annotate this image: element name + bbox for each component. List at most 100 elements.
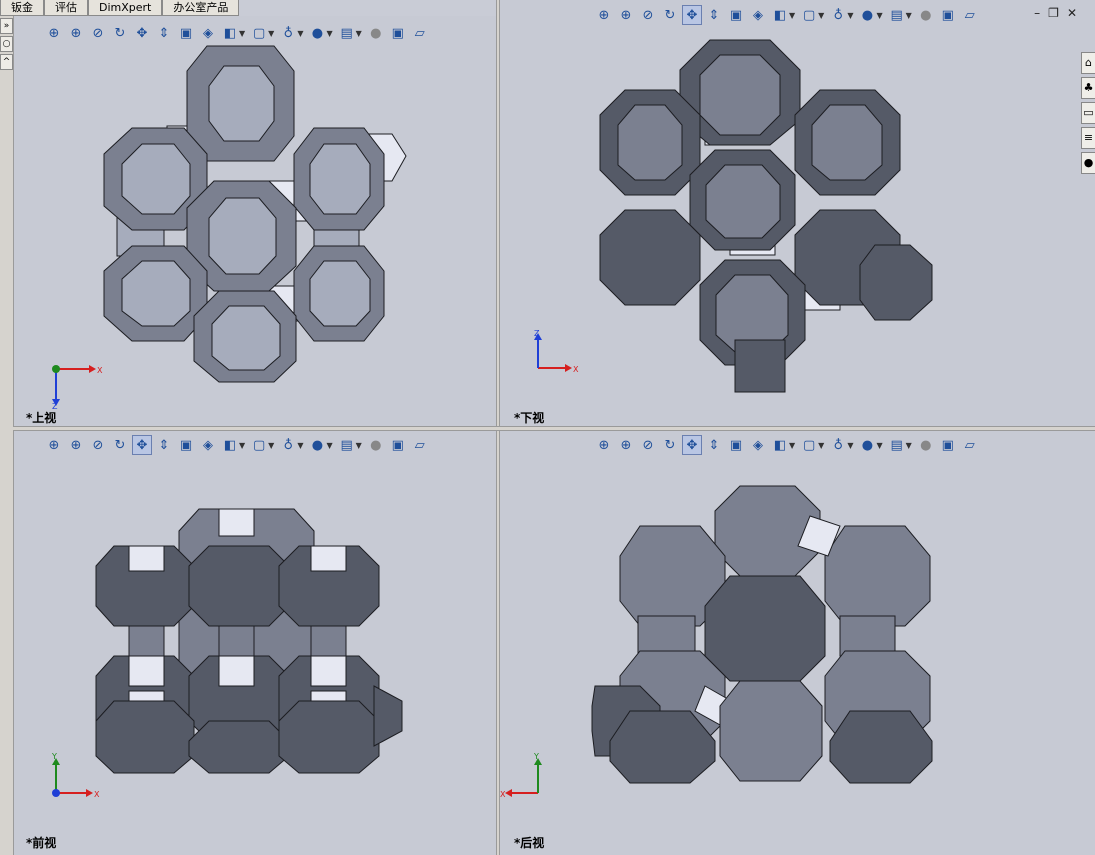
section-view-icon[interactable]: ◧: [770, 5, 790, 25]
pan-icon[interactable]: ✥: [132, 23, 152, 43]
hide-show-icon[interactable]: ♁: [278, 435, 298, 455]
viewport-splitter-horizontal[interactable]: [13, 426, 1095, 431]
display-style-icon[interactable]: ▢: [249, 435, 269, 455]
realview-icon[interactable]: ●: [366, 435, 386, 455]
zoom-in-out-icon[interactable]: ⊘: [638, 5, 658, 25]
section-view-icon[interactable]: ◧: [220, 23, 240, 43]
zoom-in-out-icon[interactable]: ⊘: [638, 435, 658, 455]
shadows-icon[interactable]: ▣: [388, 435, 408, 455]
viewport-front-view[interactable]: ⊕ ⊕ ⊘ ↻ ✥ ⇕ ▣ ◈ ◧ ▼ ▢ ▼ ♁ ▼ ● ▼ ▤ ▼ ● ▣ ▱ X Y…: [14, 431, 496, 855]
pan-icon[interactable]: ✥: [132, 435, 152, 455]
shadows-icon[interactable]: ▣: [938, 5, 958, 25]
zoom-to-fit-icon[interactable]: ⊕: [594, 435, 614, 455]
chevron-down-icon[interactable]: ▼: [789, 441, 795, 450]
chevron-down-icon[interactable]: ▼: [239, 29, 245, 38]
chevron-down-icon[interactable]: ▼: [297, 441, 303, 450]
display-style-icon[interactable]: ▢: [249, 23, 269, 43]
apply-scene-icon[interactable]: ▤: [337, 23, 357, 43]
chevron-down-icon[interactable]: ▼: [297, 29, 303, 38]
perspective-icon[interactable]: ▱: [410, 23, 430, 43]
appearances-icon[interactable]: ●: [1081, 152, 1095, 174]
panel-up-icon[interactable]: ^: [0, 54, 13, 70]
restore-button[interactable]: ❐: [1048, 6, 1059, 20]
zoom-to-fit-icon[interactable]: ⊕: [44, 23, 64, 43]
perspective-icon[interactable]: ▱: [410, 435, 430, 455]
chevron-down-icon[interactable]: ▼: [906, 441, 912, 450]
realview-icon[interactable]: ●: [366, 23, 386, 43]
previous-view-icon[interactable]: ▣: [726, 5, 746, 25]
view-orientation-icon[interactable]: ◈: [748, 5, 768, 25]
chevron-down-icon[interactable]: ▼: [876, 11, 882, 20]
rotate-icon[interactable]: ↻: [660, 435, 680, 455]
zoom-to-fit-icon[interactable]: ⊕: [594, 5, 614, 25]
hide-show-icon[interactable]: ♁: [828, 5, 848, 25]
design-library-icon[interactable]: ♣: [1081, 77, 1095, 99]
apply-scene-icon[interactable]: ▤: [887, 435, 907, 455]
chevron-down-icon[interactable]: ▼: [356, 29, 362, 38]
roll-icon[interactable]: ⇕: [704, 435, 724, 455]
viewport-bottom-view[interactable]: ⊕ ⊕ ⊘ ↻ ✥ ⇕ ▣ ◈ ◧ ▼ ▢ ▼ ♁ ▼ ● ▼ ▤ ▼ ● ▣ ▱ – ❐…: [500, 0, 1095, 426]
rotate-icon[interactable]: ↻: [110, 23, 130, 43]
section-view-icon[interactable]: ◧: [220, 435, 240, 455]
chevron-down-icon[interactable]: ▼: [239, 441, 245, 450]
chevron-down-icon[interactable]: ▼: [789, 11, 795, 20]
tab-dimxpert[interactable]: DimXpert: [88, 0, 163, 16]
apply-scene-icon[interactable]: ▤: [887, 5, 907, 25]
zoom-in-out-icon[interactable]: ⊘: [88, 435, 108, 455]
roll-icon[interactable]: ⇕: [154, 435, 174, 455]
view-orientation-icon[interactable]: ◈: [198, 435, 218, 455]
chevron-down-icon[interactable]: ▼: [906, 11, 912, 20]
tab-office-products[interactable]: 办公室产品: [162, 0, 240, 16]
display-style-icon[interactable]: ▢: [799, 5, 819, 25]
zoom-to-area-icon[interactable]: ⊕: [66, 435, 86, 455]
minimize-button[interactable]: –: [1034, 6, 1040, 20]
edit-appearance-icon[interactable]: ●: [307, 23, 327, 43]
roll-icon[interactable]: ⇕: [154, 23, 174, 43]
tab-sheet-metal[interactable]: 钣金: [0, 0, 44, 16]
section-view-icon[interactable]: ◧: [770, 435, 790, 455]
chevron-down-icon[interactable]: ▼: [818, 441, 824, 450]
zoom-to-fit-icon[interactable]: ⊕: [44, 435, 64, 455]
perspective-icon[interactable]: ▱: [960, 435, 980, 455]
pan-icon[interactable]: ✥: [682, 435, 702, 455]
chevron-down-icon[interactable]: ▼: [356, 441, 362, 450]
edit-appearance-icon[interactable]: ●: [857, 5, 877, 25]
realview-icon[interactable]: ●: [916, 435, 936, 455]
shadows-icon[interactable]: ▣: [938, 435, 958, 455]
chevron-down-icon[interactable]: ▼: [818, 11, 824, 20]
chevron-down-icon[interactable]: ▼: [326, 441, 332, 450]
perspective-icon[interactable]: ▱: [960, 5, 980, 25]
previous-view-icon[interactable]: ▣: [726, 435, 746, 455]
viewport-back-view[interactable]: ⊕ ⊕ ⊘ ↻ ✥ ⇕ ▣ ◈ ◧ ▼ ▢ ▼ ♁ ▼ ● ▼ ▤ ▼ ● ▣ ▱ X Y…: [500, 431, 1095, 855]
viewport-top-view[interactable]: ⊕ ⊕ ⊘ ↻ ✥ ⇕ ▣ ◈ ◧ ▼ ▢ ▼ ♁ ▼ ● ▼ ▤ ▼ ● ▣ ▱ X Z…: [14, 16, 496, 426]
close-button[interactable]: ✕: [1067, 6, 1077, 20]
display-style-icon[interactable]: ▢: [799, 435, 819, 455]
expand-panel-icon[interactable]: »: [0, 18, 13, 34]
hide-show-icon[interactable]: ♁: [278, 23, 298, 43]
chevron-down-icon[interactable]: ▼: [876, 441, 882, 450]
file-explorer-icon[interactable]: ▭: [1081, 102, 1095, 124]
tab-evaluate[interactable]: 评估: [44, 0, 88, 16]
rotate-icon[interactable]: ↻: [660, 5, 680, 25]
roll-icon[interactable]: ⇕: [704, 5, 724, 25]
zoom-to-area-icon[interactable]: ⊕: [616, 435, 636, 455]
view-orientation-icon[interactable]: ◈: [748, 435, 768, 455]
previous-view-icon[interactable]: ▣: [176, 23, 196, 43]
view-palette-icon[interactable]: ≡: [1081, 127, 1095, 149]
chevron-down-icon[interactable]: ▼: [847, 441, 853, 450]
edit-appearance-icon[interactable]: ●: [857, 435, 877, 455]
chevron-down-icon[interactable]: ▼: [268, 441, 274, 450]
pan-icon[interactable]: ✥: [682, 5, 702, 25]
zoom-in-out-icon[interactable]: ⊘: [88, 23, 108, 43]
rotate-icon[interactable]: ↻: [110, 435, 130, 455]
home-icon[interactable]: ⌂: [1081, 52, 1095, 74]
apply-scene-icon[interactable]: ▤: [337, 435, 357, 455]
shadows-icon[interactable]: ▣: [388, 23, 408, 43]
chevron-down-icon[interactable]: ▼: [847, 11, 853, 20]
previous-view-icon[interactable]: ▣: [176, 435, 196, 455]
view-orientation-icon[interactable]: ◈: [198, 23, 218, 43]
panel-circle-icon[interactable]: ○: [0, 36, 13, 52]
zoom-to-area-icon[interactable]: ⊕: [66, 23, 86, 43]
zoom-to-area-icon[interactable]: ⊕: [616, 5, 636, 25]
edit-appearance-icon[interactable]: ●: [307, 435, 327, 455]
